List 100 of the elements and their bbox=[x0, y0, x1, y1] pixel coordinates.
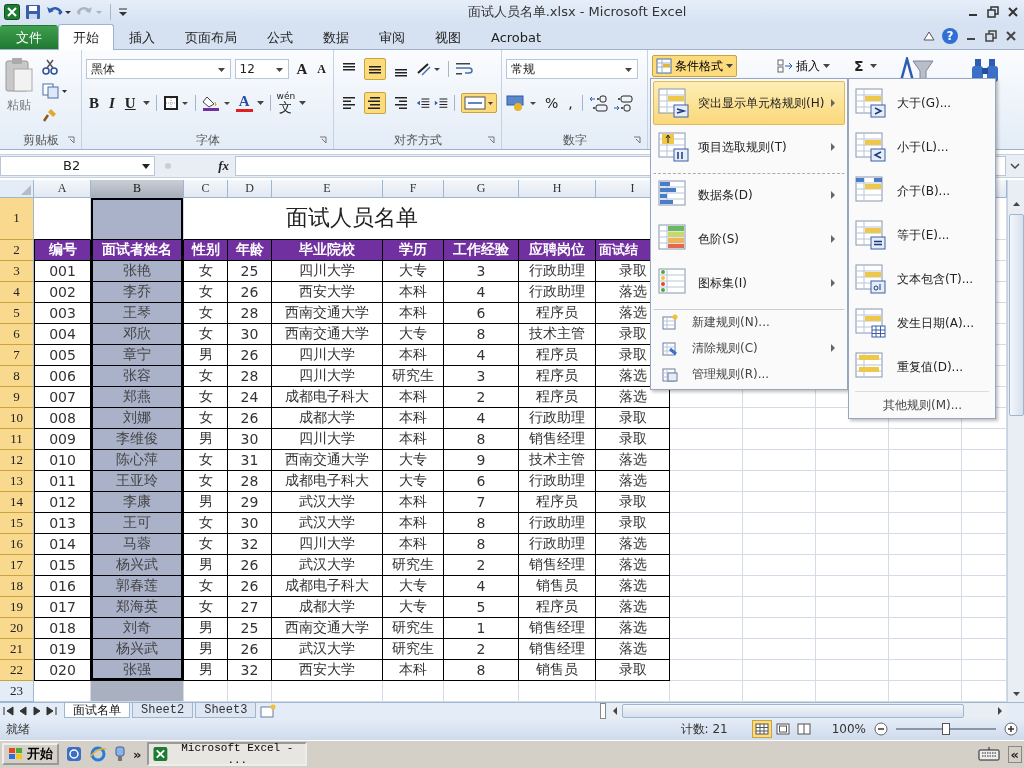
column-header[interactable]: C bbox=[184, 179, 228, 198]
zoom-out-icon[interactable] bbox=[874, 722, 888, 737]
start-button[interactable]: 开始 bbox=[2, 743, 59, 766]
column-header[interactable]: F bbox=[383, 179, 444, 198]
bold-button[interactable]: B bbox=[86, 94, 102, 112]
row-header[interactable]: 13 bbox=[0, 470, 34, 492]
clipboard-icon[interactable] bbox=[4, 57, 34, 94]
name-box[interactable]: B2 bbox=[0, 155, 155, 176]
underline-button[interactable]: U bbox=[121, 94, 139, 112]
table-icon[interactable] bbox=[658, 131, 690, 163]
column-header[interactable]: D bbox=[228, 179, 272, 198]
row-header[interactable]: 17 bbox=[0, 554, 34, 576]
caret-icon[interactable] bbox=[869, 64, 877, 69]
row-header[interactable]: 3 bbox=[0, 260, 34, 282]
sheet-tab[interactable]: Sheet2 bbox=[132, 703, 194, 718]
row-header[interactable]: 19 bbox=[0, 596, 34, 618]
copy-icon[interactable] bbox=[42, 83, 68, 100]
currency-icon[interactable] bbox=[506, 94, 538, 113]
row-header[interactable]: 11 bbox=[0, 428, 34, 450]
font-size-field[interactable]: 12 bbox=[234, 59, 290, 80]
table-icon[interactable] bbox=[855, 263, 887, 295]
brush-icon[interactable] bbox=[42, 107, 58, 124]
menu-item[interactable]: 其他规则(M)... bbox=[851, 394, 993, 416]
scroll-thumb[interactable] bbox=[622, 703, 965, 718]
table-icon[interactable] bbox=[855, 307, 887, 339]
caret-icon[interactable] bbox=[625, 68, 632, 73]
menu-item[interactable]: 项目选取规则(T) bbox=[653, 125, 845, 169]
menu-item[interactable]: 新建规则(N)... bbox=[653, 309, 845, 335]
ribbon-tab[interactable]: 视图 bbox=[420, 25, 476, 50]
font-name-field[interactable]: 黑体 bbox=[86, 59, 231, 80]
decrease-decimal-icon[interactable] bbox=[612, 94, 633, 113]
ribbon-tab[interactable]: 开始 bbox=[58, 24, 114, 51]
taskbar-window-button[interactable]: Microsoft Excel - ... bbox=[147, 742, 308, 767]
border-icon[interactable] bbox=[162, 95, 189, 112]
zoom-level-text[interactable]: 100% bbox=[831, 722, 866, 737]
scroll-thumb[interactable] bbox=[1008, 213, 1024, 416]
row-header[interactable]: 4 bbox=[0, 281, 34, 303]
menu-item[interactable]: 数据条(D) bbox=[653, 173, 845, 217]
row-header[interactable]: 6 bbox=[0, 323, 34, 345]
menu-item[interactable]: 突出显示单元格规则(H) bbox=[653, 81, 845, 125]
device-icon[interactable] bbox=[113, 745, 127, 764]
column-header[interactable]: G bbox=[444, 179, 519, 198]
submenu-arrow-icon[interactable] bbox=[830, 344, 836, 352]
table-icon[interactable] bbox=[855, 219, 887, 251]
submenu-arrow-icon[interactable] bbox=[830, 99, 836, 107]
sheet-tab[interactable]: 面试名单 bbox=[64, 703, 130, 718]
table-icon[interactable] bbox=[658, 87, 690, 119]
ribbon-tab[interactable]: 文件 bbox=[0, 25, 58, 50]
row-header[interactable]: 9 bbox=[0, 386, 34, 408]
row-header[interactable]: 22 bbox=[0, 659, 34, 681]
number-format-field[interactable]: 常规 bbox=[506, 59, 638, 80]
save-icon[interactable] bbox=[25, 3, 41, 20]
close-icon[interactable] bbox=[1006, 4, 1020, 19]
scissors-icon[interactable] bbox=[42, 59, 58, 76]
windows-logo-icon[interactable] bbox=[8, 747, 24, 762]
row-header[interactable]: 8 bbox=[0, 365, 34, 387]
browser-icon[interactable] bbox=[89, 745, 107, 764]
column-header[interactable]: E bbox=[272, 179, 383, 198]
autosum-button[interactable]: Σ bbox=[854, 58, 864, 75]
menu-item[interactable]: 发生日期(A)... bbox=[851, 301, 993, 345]
collapse-ribbon-icon[interactable] bbox=[922, 29, 936, 44]
caret-icon[interactable] bbox=[823, 64, 830, 69]
grow-font-button[interactable]: A bbox=[293, 60, 311, 78]
column-header[interactable]: H bbox=[519, 179, 596, 198]
percent-button[interactable]: % bbox=[542, 95, 562, 112]
table-icon[interactable] bbox=[662, 366, 678, 382]
menu-item[interactable]: 大于(G)... bbox=[851, 81, 993, 125]
row-header[interactable]: 23 bbox=[0, 680, 34, 702]
launcher-icon[interactable] bbox=[633, 136, 641, 145]
submenu-arrow-icon[interactable] bbox=[830, 279, 836, 287]
caret-icon[interactable] bbox=[217, 68, 225, 73]
font-color-button[interactable]: A bbox=[235, 94, 253, 113]
caret-icon[interactable] bbox=[726, 64, 733, 69]
row-header[interactable]: 15 bbox=[0, 512, 34, 534]
row-header[interactable]: 7 bbox=[0, 344, 34, 366]
insert-function-button[interactable]: fx bbox=[218, 157, 229, 174]
column-header[interactable]: B bbox=[91, 179, 184, 198]
menu-item[interactable]: 小于(L)... bbox=[851, 125, 993, 169]
caret-icon[interactable] bbox=[256, 101, 264, 106]
expand-tray-button[interactable]: « bbox=[1007, 745, 1022, 763]
wrap-text-icon[interactable] bbox=[455, 61, 473, 78]
ribbon-tab[interactable]: 数据 bbox=[308, 25, 364, 50]
restore-icon[interactable] bbox=[986, 4, 1000, 19]
row-header[interactable]: 16 bbox=[0, 533, 34, 555]
caret-icon[interactable] bbox=[142, 101, 150, 106]
excel-icon[interactable] bbox=[153, 746, 169, 763]
submenu-arrow-icon[interactable] bbox=[830, 143, 836, 151]
split-handle[interactable] bbox=[600, 702, 607, 719]
help-button[interactable]: ? bbox=[942, 28, 958, 45]
vertical-scrollbar[interactable] bbox=[1007, 179, 1024, 702]
restore-icon[interactable] bbox=[984, 29, 998, 44]
row-header[interactable]: 21 bbox=[0, 638, 34, 660]
launcher-icon[interactable] bbox=[319, 136, 327, 145]
row-header[interactable]: 18 bbox=[0, 575, 34, 597]
excel-icon[interactable] bbox=[4, 3, 20, 20]
insert-icon[interactable] bbox=[777, 58, 793, 75]
ribbon-tab[interactable]: 审阅 bbox=[364, 25, 420, 50]
row-header[interactable]: 1 bbox=[0, 197, 34, 240]
sheet-tab[interactable]: Sheet3 bbox=[195, 703, 257, 718]
row-header[interactable]: 20 bbox=[0, 617, 34, 639]
